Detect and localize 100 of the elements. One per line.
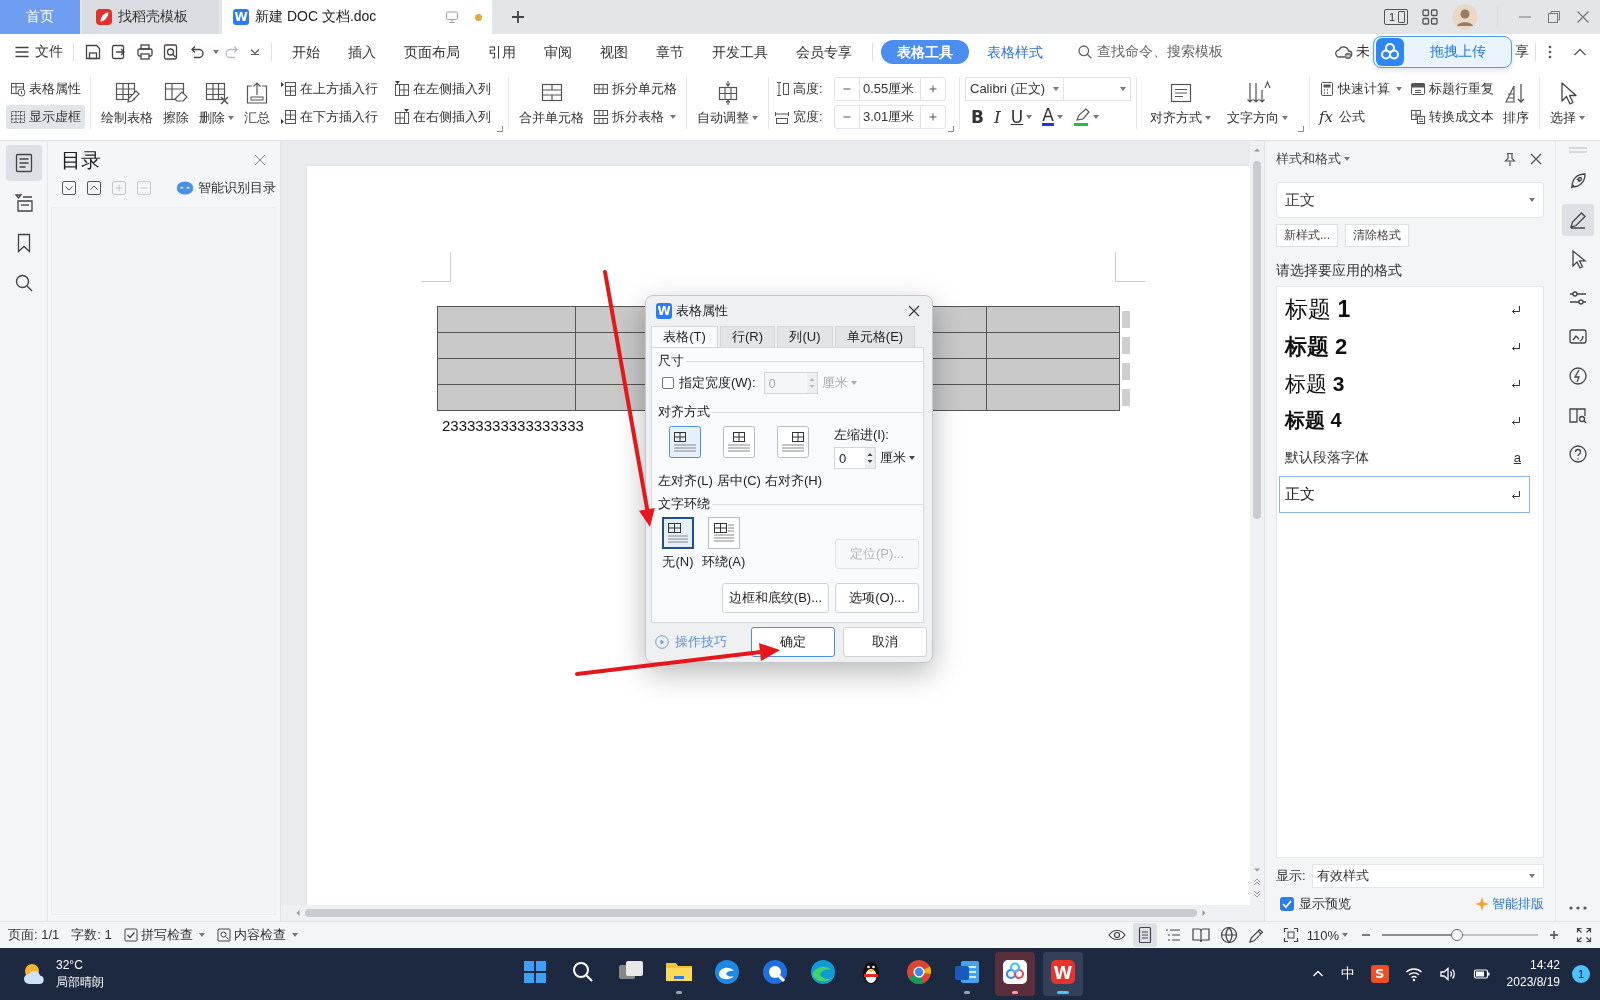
dialog-tab[interactable]: 列(U) <box>777 326 833 347</box>
grid-icon[interactable] <box>1421 8 1439 26</box>
table-cell[interactable] <box>986 385 1120 410</box>
table-cell[interactable] <box>986 359 1120 384</box>
align-left-button[interactable] <box>669 426 701 458</box>
ribbon-button[interactable]: fx 公式 <box>1315 104 1406 129</box>
clock[interactable]: 14:42 2023/8/19 <box>1506 957 1560 991</box>
option-label[interactable]: 右对齐(H) <box>764 472 822 490</box>
slider-thumb[interactable] <box>1450 929 1463 941</box>
ribbon-button[interactable]: 拆分单元格 <box>589 76 681 101</box>
scroll-thumb[interactable] <box>305 909 1197 917</box>
table-cell[interactable] <box>437 359 575 384</box>
ribbon-button[interactable]: 汇总 <box>239 79 275 126</box>
input-method-indicator[interactable]: 中 <box>1340 965 1355 983</box>
undo-icon[interactable] <box>188 43 206 61</box>
word-count-text[interactable]: 字数: 1 <box>71 926 112 944</box>
ribbon-button[interactable]: 在左侧插入列 <box>390 76 495 101</box>
ribbon-tab[interactable]: 表格样式 <box>973 40 1057 64</box>
dialog-tab[interactable]: 行(R) <box>720 326 775 347</box>
ribbon-button[interactable]: 合并单元格 <box>514 79 589 126</box>
input-method-logo[interactable]: S <box>1370 965 1389 983</box>
unit-dropdown[interactable]: 厘米 <box>880 449 915 467</box>
indent-input-field[interactable]: 0 <box>834 447 876 469</box>
ok-button[interactable]: 确定 <box>751 627 835 657</box>
option-label[interactable]: 环绕(A) <box>702 553 746 571</box>
outline-icon[interactable] <box>5 145 42 181</box>
expand-corner-icon[interactable] <box>948 126 954 132</box>
horizontal-scrollbar[interactable] <box>281 905 1264 921</box>
option-label[interactable]: 左对齐(L) <box>658 472 713 490</box>
ribbon-button[interactable]: 在下方插入行 <box>277 104 382 129</box>
ribbon-tab[interactable]: 插入 <box>334 40 390 64</box>
page-count-text[interactable]: 页面: 1/1 <box>8 926 60 944</box>
format-button[interactable]: A <box>1040 105 1065 128</box>
ribbon-tab[interactable]: 开始 <box>278 40 334 64</box>
ribbon-button[interactable]: 文字方向 <box>1219 79 1296 126</box>
print-icon[interactable] <box>136 43 154 61</box>
style-action-button[interactable]: 清除格式 <box>1345 224 1409 247</box>
ribbon-button[interactable]: 选择 <box>1545 79 1590 126</box>
preview-checkbox[interactable]: 显示预览 <box>1276 895 1351 913</box>
sync-status-text[interactable]: 未 <box>1356 43 1370 61</box>
ribbon-button[interactable]: 擦除 <box>158 79 194 126</box>
check-button[interactable]: 内容检查 <box>216 926 298 944</box>
align-center-button[interactable] <box>723 426 755 458</box>
smart-layout-link[interactable]: 智能排版 <box>1475 895 1544 913</box>
option-label[interactable]: 无(N) <box>662 553 694 571</box>
style-item[interactable]: 标题 4 <box>1279 402 1530 439</box>
page-view-icon[interactable] <box>1132 923 1157 947</box>
format-button[interactable]: I <box>991 105 1003 128</box>
ribbon-tab[interactable]: 视图 <box>586 40 642 64</box>
format-button[interactable]: U <box>1008 105 1035 128</box>
file-menu-button[interactable]: 文件 <box>10 40 67 64</box>
notification-badge[interactable]: 1 <box>1572 965 1590 983</box>
new-tab-icon[interactable] <box>510 9 526 25</box>
ribbon-tab[interactable]: 引用 <box>474 40 530 64</box>
expand-corner-icon[interactable] <box>1298 126 1304 132</box>
save-icon[interactable] <box>84 43 102 61</box>
wifi-icon[interactable] <box>1404 965 1423 983</box>
fit-page-icon[interactable] <box>1282 927 1299 943</box>
print-preview-icon[interactable] <box>162 43 180 61</box>
ribbon-tab[interactable]: 页面布局 <box>390 40 474 64</box>
dialog-tab[interactable]: 表格(T) <box>651 326 718 347</box>
ribbon-button[interactable]: 对齐方式 <box>1142 79 1219 126</box>
smart-toc-button[interactable]: 智能识别目录 <box>176 179 276 197</box>
ribbon-button[interactable]: 转换成文本 <box>1406 104 1498 129</box>
ribbon-tab[interactable]: 章节 <box>642 40 698 64</box>
ribbon-button[interactable]: 快速计算 <box>1315 76 1406 101</box>
table-cell[interactable] <box>986 333 1120 358</box>
format-button[interactable]: B <box>969 105 986 128</box>
cloud-icon[interactable] <box>1335 43 1353 61</box>
table-cell[interactable] <box>437 385 575 410</box>
table-cell[interactable] <box>437 307 575 332</box>
window-tab[interactable]: W 新建 DOC 文档.doc <box>222 0 492 34</box>
monitor-icon[interactable] <box>445 10 459 24</box>
pane-title-dropdown[interactable]: 样式和格式 <box>1276 150 1350 168</box>
style-item[interactable]: 标题 3 <box>1279 365 1530 402</box>
checkbox-icon[interactable] <box>662 377 674 389</box>
close-icon[interactable] <box>908 304 920 317</box>
fullscreen-icon[interactable] <box>1576 927 1592 943</box>
table-cell[interactable] <box>986 307 1120 332</box>
cancel-button[interactable]: 取消 <box>843 627 927 657</box>
ribbon-button[interactable]: 显示虚框 <box>6 104 85 129</box>
volume-icon[interactable] <box>1438 965 1457 983</box>
share-button[interactable]: 享 <box>1515 43 1529 61</box>
search-field[interactable]: 查找命令、搜索模板 <box>1071 40 1229 64</box>
style-item[interactable]: 正文 <box>1279 476 1530 513</box>
avatar-icon[interactable] <box>1452 4 1478 30</box>
ribbon-button[interactable]: 在右侧插入列 <box>390 104 495 129</box>
table-cell[interactable] <box>437 333 575 358</box>
ribbon-button[interactable]: 绘制表格 <box>96 79 158 126</box>
style-filter-dropdown[interactable]: 有效样式 <box>1311 864 1544 888</box>
option-label[interactable]: 居中(C) <box>716 472 761 490</box>
ribbon-button[interactable]: 自动调整 <box>692 79 763 126</box>
cloud-tile-icon[interactable] <box>995 952 1035 996</box>
dialog-tab[interactable]: 单元格(E) <box>835 326 915 347</box>
ribbon-button[interactable]: 拆分表格 <box>589 104 681 129</box>
upload-popup[interactable]: 拖拽上传 <box>1373 36 1512 68</box>
window-count-button[interactable]: 1 <box>1383 9 1408 25</box>
checkbox-icon[interactable] <box>1280 897 1294 911</box>
ribbon-button[interactable]: 标题行重复 <box>1406 76 1498 101</box>
wrap-none-button[interactable] <box>662 517 694 549</box>
